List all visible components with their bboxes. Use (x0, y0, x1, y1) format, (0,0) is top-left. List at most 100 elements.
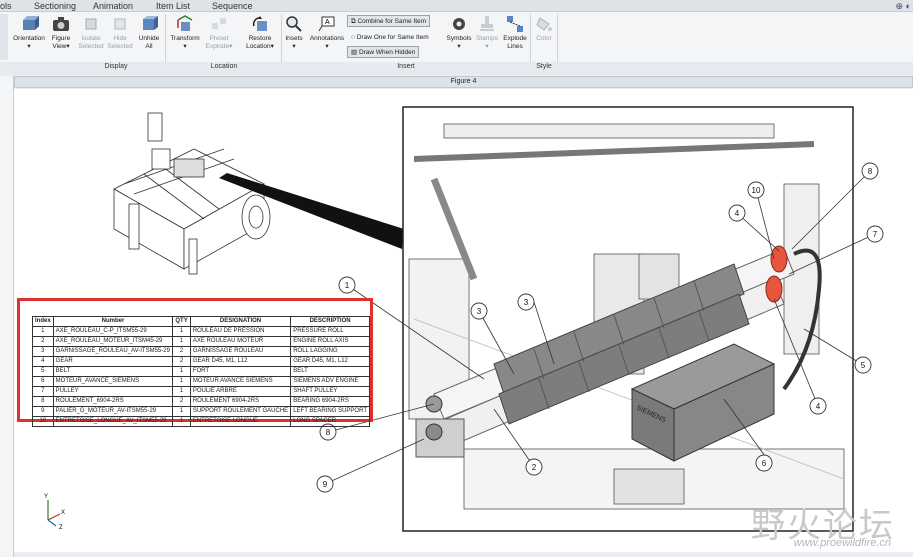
camera-icon (53, 17, 69, 31)
callout-4a: 4 (728, 204, 746, 222)
bom-cell-qty: 1 (172, 376, 191, 387)
bom-cell-description: LONG SPACER (290, 416, 370, 427)
bom-cell-number: ENTRETOISE_LONGUE_AV_ITSM55-29 (52, 416, 174, 427)
bom-cell-description: ROLL LAGGING (290, 346, 370, 357)
bom-row: 6 MOTEUR_AVANCE_SIEMENS 1 MOTEUR AVANCE SIE… (32, 376, 370, 387)
help-icon[interactable]: ⊕ ◐ (896, 0, 911, 12)
bom-header-qty: QTY (172, 316, 191, 327)
hidden-icon: ▧ (351, 49, 359, 56)
bom-cell-qty: 2 (172, 346, 191, 357)
bom-row: 9 PALIER_G_MOTEUR_AV-ITSM55-29 1 SUPPORT RO… (32, 406, 370, 417)
callout-5: 5 (854, 356, 872, 374)
explode-lines-button[interactable]: Explode Lines (502, 14, 528, 51)
bom-header-designation: DESIGNATION (189, 316, 292, 327)
bom-cell-designation: GEAR D45, M1, L12 (189, 356, 292, 367)
explode-lines-icon (507, 16, 523, 32)
bom-cell-qty: 1 (172, 366, 191, 377)
bom-cell-designation: SUPPORT ROULEMENT GAUCHE (189, 406, 292, 417)
color-button[interactable]: Color (533, 14, 555, 43)
bom-cell-qty: 1 (172, 336, 191, 347)
symbols-button[interactable]: Symbols ▾ (444, 14, 474, 51)
bom-cell-description: SIEMENS ADV ENGINE (290, 376, 370, 387)
figure-title-bar: Figure 4 (14, 76, 913, 88)
magnifier-icon (286, 16, 302, 32)
annotations-button[interactable]: A Annotations ▾ (307, 14, 347, 51)
restore-icon (252, 16, 267, 31)
tab-sequence[interactable]: Sequence (212, 0, 253, 12)
bom-header-description: DESCRIPTION (290, 316, 370, 327)
callout-7-number: 7 (873, 230, 878, 239)
callout-5-number: 5 (861, 361, 866, 370)
unhide-icon (143, 16, 158, 30)
app-window: { "ribbon_tabs": ["ols", "Sectioning", "… (0, 0, 913, 557)
restore-location-button[interactable]: Restore Location▾ (242, 14, 278, 51)
bom-cell-number: MOTEUR_AVANCE_SIEMENS (52, 376, 174, 387)
callout-4b-number: 4 (816, 402, 821, 411)
insets-button[interactable]: Insets ▾ (283, 14, 305, 51)
callout-8b-number: 8 (326, 428, 331, 437)
bom-row: 4 GEAR 2 GEAR D45, M1, L12 GEAR D45, M1, L12 (32, 356, 370, 367)
callout-10-number: 10 (752, 186, 761, 195)
callout-9: 9 (316, 475, 334, 493)
figure-view-button[interactable]: Figure View▾ (48, 14, 74, 51)
left-panel-gutter (0, 76, 14, 557)
group-label-style: Style (536, 63, 552, 70)
bom-cell-number: PALIER_G_MOTEUR_AV-ITSM55-29 (52, 406, 174, 417)
bom-cell-number: GARNISSAGE_ROULEAU_AV-ITSM55-29 (52, 346, 174, 357)
annotation-icon: A (318, 16, 335, 32)
draw-one-same-item-button[interactable]: ○ Draw One for Same Item (347, 31, 433, 43)
bom-cell-index: 1 (32, 326, 54, 337)
callout-8a-number: 8 (868, 167, 873, 176)
callout-10: 10 (747, 181, 765, 199)
bom-row: 1 AXE_ROULEAU_C-P_ITSM55-29 1 ROULEAU DE PR… (32, 326, 370, 337)
y-axis-label: Y (44, 494, 48, 500)
callout-8a: 8 (861, 162, 879, 180)
combine-same-item-button[interactable]: ⧉ Combine for Same Item (347, 15, 431, 27)
bom-header-index: Index (32, 316, 54, 327)
bom-cell-index: 7 (32, 386, 54, 397)
group-label-location: Location (210, 63, 238, 70)
preset-explode-button[interactable]: Preset Explode▾ (204, 14, 234, 51)
isolate-selected-button[interactable]: Isolate Selected (78, 14, 104, 51)
explode-icon (212, 18, 226, 29)
tab-sectioning[interactable]: Sectioning (34, 0, 76, 12)
draw-when-hidden-button[interactable]: ▧ Draw When Hidden (347, 46, 420, 58)
bom-cell-designation: ROULEAU DE PRESSION (189, 326, 292, 337)
bom-cell-number: GEAR (52, 356, 174, 367)
unhide-all-button[interactable]: Unhide All (136, 14, 162, 51)
hide-icon (114, 18, 126, 30)
bom-cell-number: AXE_ROULEAU_C-P_ITSM55-29 (52, 326, 174, 337)
stamps-button[interactable]: Stamps ▾ (474, 14, 500, 51)
bom-cell-description: ENGINE ROLL AXIS (290, 336, 370, 347)
bom-cell-index: 6 (32, 376, 54, 387)
bom-cell-description: BEARING 6904-2RS (290, 396, 370, 407)
bom-cell-description: GEAR D45, M1, L12 (290, 356, 370, 367)
tab-animation[interactable]: Animation (93, 0, 133, 12)
axis-triad: Y X Z (44, 494, 65, 530)
bom-cell-number: AXE_ROULEAU_MOTEUR_ITSM45-29 (52, 336, 174, 347)
x-axis-line (47, 513, 61, 521)
paint-bucket-icon (536, 17, 552, 31)
bom-cell-description: SHAFT PULLEY (290, 386, 370, 397)
callout-1: 1 (338, 276, 356, 294)
callout-2-number: 2 (532, 463, 537, 472)
callout-6-number: 6 (762, 459, 767, 468)
transform-button[interactable]: Transform ▾ (168, 14, 202, 51)
hide-selected-button[interactable]: Hide Selected (107, 14, 133, 51)
bom-header-row: Index Number QTY DESIGNATION DESCRIPTION (32, 316, 370, 327)
orientation-button[interactable]: Orientation ▾ (10, 14, 48, 51)
tab-item-list[interactable]: Item List (156, 0, 190, 12)
callout-4b: 4 (809, 397, 827, 415)
group-label-insert: Insert (397, 63, 415, 70)
watermark-url: www.proewildfire.cn (793, 537, 891, 549)
tab-tools[interactable]: ols (0, 0, 12, 12)
bom-cell-qty: 1 (172, 406, 191, 417)
overview-assembly (113, 112, 271, 275)
stamp-icon (480, 16, 494, 31)
bom-cell-designation: ROULEMENT 6904-2RS (189, 396, 292, 407)
z-axis-line (47, 519, 57, 527)
svg-text:A: A (325, 19, 330, 26)
callout-4a-number: 4 (735, 209, 740, 218)
bom-row: 2 AXE_ROULEAU_MOTEUR_ITSM45-29 1 AXE ROULEA… (32, 336, 370, 347)
bom-cell-index: 2 (32, 336, 54, 347)
